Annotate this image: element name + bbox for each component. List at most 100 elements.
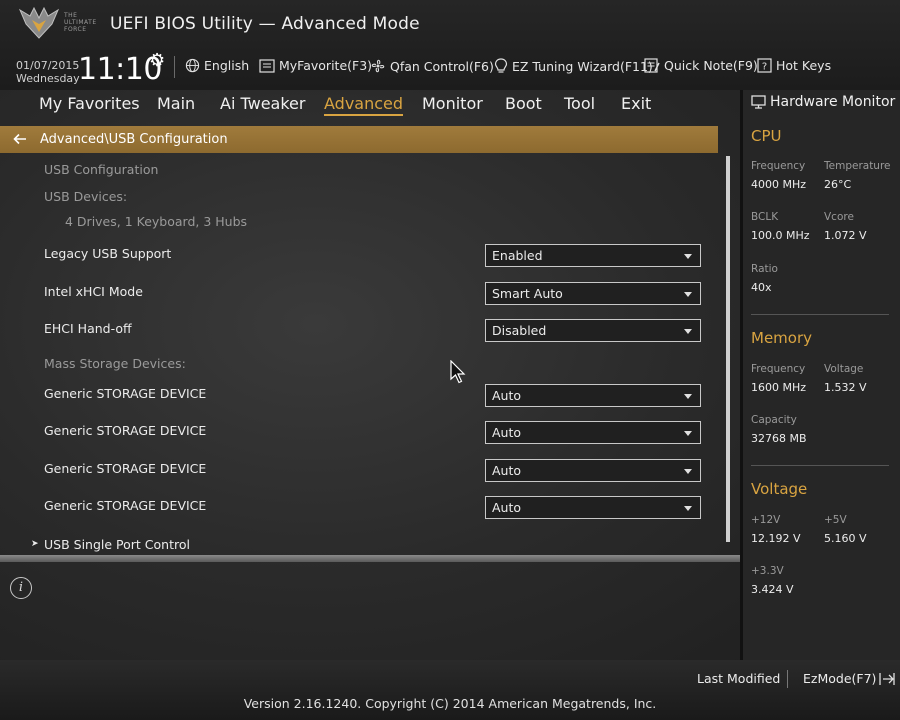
legacy-usb-select[interactable]: Enabled <box>485 244 701 267</box>
storage-device-select[interactable]: Auto <box>485 459 701 482</box>
v5-label: +5V <box>824 514 847 526</box>
header: THE ULTIMATE FORCE UEFI BIOS Utility — A… <box>0 0 900 90</box>
tuf-logo-icon <box>18 6 60 39</box>
hot-keys-button[interactable]: ? Hot Keys <box>757 58 831 73</box>
chevron-down-icon <box>684 254 692 259</box>
usb-devices-label: USB Devices: <box>44 189 128 204</box>
chevron-down-icon <box>684 431 692 436</box>
qfan-label: Qfan Control(F6) <box>390 58 494 74</box>
copyright-text: Version 2.16.1240. Copyright (C) 2014 Am… <box>243 696 657 711</box>
memory-voltage-label: Voltage <box>824 363 864 375</box>
cpu-frequency-value: 4000 MHz <box>751 178 807 191</box>
legacy-usb-value: Enabled <box>492 248 543 263</box>
hardware-monitor-panel: Hardware Monitor CPU Frequency Temperatu… <box>740 90 900 660</box>
xhci-mode-label[interactable]: Intel xHCI Mode <box>44 284 143 299</box>
divider <box>174 56 175 78</box>
memory-voltage-value: 1.532 V <box>824 381 867 394</box>
cpu-frequency-label: Frequency <box>751 160 806 172</box>
myfavorite-button[interactable]: MyFavorite(F3) <box>259 58 372 73</box>
mass-storage-label: Mass Storage Devices: <box>44 356 186 371</box>
chevron-down-icon <box>684 469 692 474</box>
voltage-heading: Voltage <box>751 480 808 498</box>
fan-icon <box>371 59 385 73</box>
capacity-value: 32768 MB <box>751 432 807 445</box>
storage-device-select[interactable]: Auto <box>485 421 701 444</box>
storage-device-label[interactable]: Generic STORAGE DEVICE <box>44 386 206 401</box>
info-icon: i <box>10 577 32 599</box>
quick-note-label: Quick Note(F9) <box>664 58 758 73</box>
v12-value: 12.192 V <box>751 532 801 545</box>
last-modified-button[interactable]: Last Modified <box>697 671 780 686</box>
date-display: 01/07/2015 Wednesday <box>16 59 80 85</box>
storage-device-select[interactable]: Auto <box>485 496 701 519</box>
storage-device-value: Auto <box>492 425 522 440</box>
vcore-value: 1.072 V <box>824 229 867 242</box>
tab-boot[interactable]: Boot <box>505 94 542 113</box>
hw-divider <box>751 465 889 466</box>
scrollbar[interactable] <box>726 156 730 542</box>
tab-tool[interactable]: Tool <box>564 94 595 113</box>
chevron-down-icon <box>684 506 692 511</box>
bclk-value: 100.0 MHz <box>751 229 810 242</box>
ez-tuning-label: EZ Tuning Wizard(F11) <box>512 58 653 74</box>
favorite-list-icon <box>259 58 275 73</box>
back-arrow-icon[interactable] <box>0 130 40 149</box>
quick-note-button[interactable]: Quick Note(F9) <box>644 58 758 73</box>
main-tabs: My Favorites Main Ai Tweaker Advanced Mo… <box>0 90 740 118</box>
exit-arrow-icon <box>879 672 896 685</box>
storage-device-label[interactable]: Generic STORAGE DEVICE <box>44 423 206 438</box>
qfan-button[interactable]: Qfan Control(F6) <box>370 58 494 74</box>
ratio-value: 40x <box>751 281 772 294</box>
app-title: UEFI BIOS Utility — Advanced Mode <box>110 14 420 34</box>
tab-exit[interactable]: Exit <box>621 94 651 113</box>
breadcrumb: Advanced\USB Configuration <box>0 126 718 153</box>
footer: Last Modified EzMode(F7) Version 2.16.12… <box>0 660 900 720</box>
tab-main[interactable]: Main <box>157 94 195 113</box>
legacy-usb-label[interactable]: Legacy USB Support <box>44 246 171 261</box>
storage-device-value: Auto <box>492 463 522 478</box>
storage-device-label[interactable]: Generic STORAGE DEVICE <box>44 498 206 513</box>
myfavorite-label: MyFavorite(F3) <box>279 58 373 73</box>
usb-single-port-control[interactable]: USB Single Port Control <box>44 537 190 552</box>
divider <box>787 670 788 688</box>
xhci-mode-value: Smart Auto <box>492 286 563 301</box>
v33-label: +3.3V <box>751 565 784 577</box>
hardware-monitor-label: Hardware Monitor <box>770 94 896 110</box>
tab-ai-tweaker[interactable]: Ai Tweaker <box>220 94 305 113</box>
tab-monitor[interactable]: Monitor <box>422 94 483 113</box>
storage-device-label[interactable]: Generic STORAGE DEVICE <box>44 461 206 476</box>
memory-frequency-value: 1600 MHz <box>751 381 807 394</box>
gear-icon[interactable]: ⚙ <box>149 50 165 71</box>
usb-devices-value: 4 Drives, 1 Keyboard, 3 Hubs <box>65 214 248 229</box>
tab-advanced[interactable]: Advanced <box>324 94 404 116</box>
ehci-handoff-select[interactable]: Disabled <box>485 319 701 342</box>
vcore-label: Vcore <box>824 211 854 223</box>
ratio-label: Ratio <box>751 263 778 275</box>
tab-my-favorites[interactable]: My Favorites <box>39 94 140 113</box>
language-label: English <box>204 58 250 73</box>
ehci-handoff-label[interactable]: EHCI Hand-off <box>44 321 132 336</box>
memory-heading: Memory <box>751 329 813 347</box>
language-button[interactable]: English <box>185 58 249 73</box>
v33-value: 3.424 V <box>751 583 794 596</box>
v12-label: +12V <box>751 514 781 526</box>
ezmode-button[interactable]: EzMode(F7) <box>803 671 896 686</box>
hardware-monitor-title: Hardware Monitor <box>751 94 895 110</box>
chevron-down-icon <box>684 292 692 297</box>
cpu-temperature-value: 26°C <box>824 178 852 191</box>
hw-divider <box>751 314 889 315</box>
v5-value: 5.160 V <box>824 532 867 545</box>
chevron-down-icon <box>684 394 692 399</box>
chevron-right-icon: ➤ <box>31 539 39 549</box>
chevron-down-icon <box>684 329 692 334</box>
date: 01/07/2015 <box>16 59 80 72</box>
storage-device-value: Auto <box>492 500 522 515</box>
storage-device-select[interactable]: Auto <box>485 384 701 407</box>
ez-tuning-button[interactable]: EZ Tuning Wizard(F11) <box>494 58 653 74</box>
xhci-mode-select[interactable]: Smart Auto <box>485 282 701 305</box>
lightbulb-icon <box>494 58 508 73</box>
capacity-label: Capacity <box>751 414 797 426</box>
monitor-icon <box>751 95 766 109</box>
hot-keys-label: Hot Keys <box>776 58 832 73</box>
mouse-cursor-icon <box>450 360 466 384</box>
